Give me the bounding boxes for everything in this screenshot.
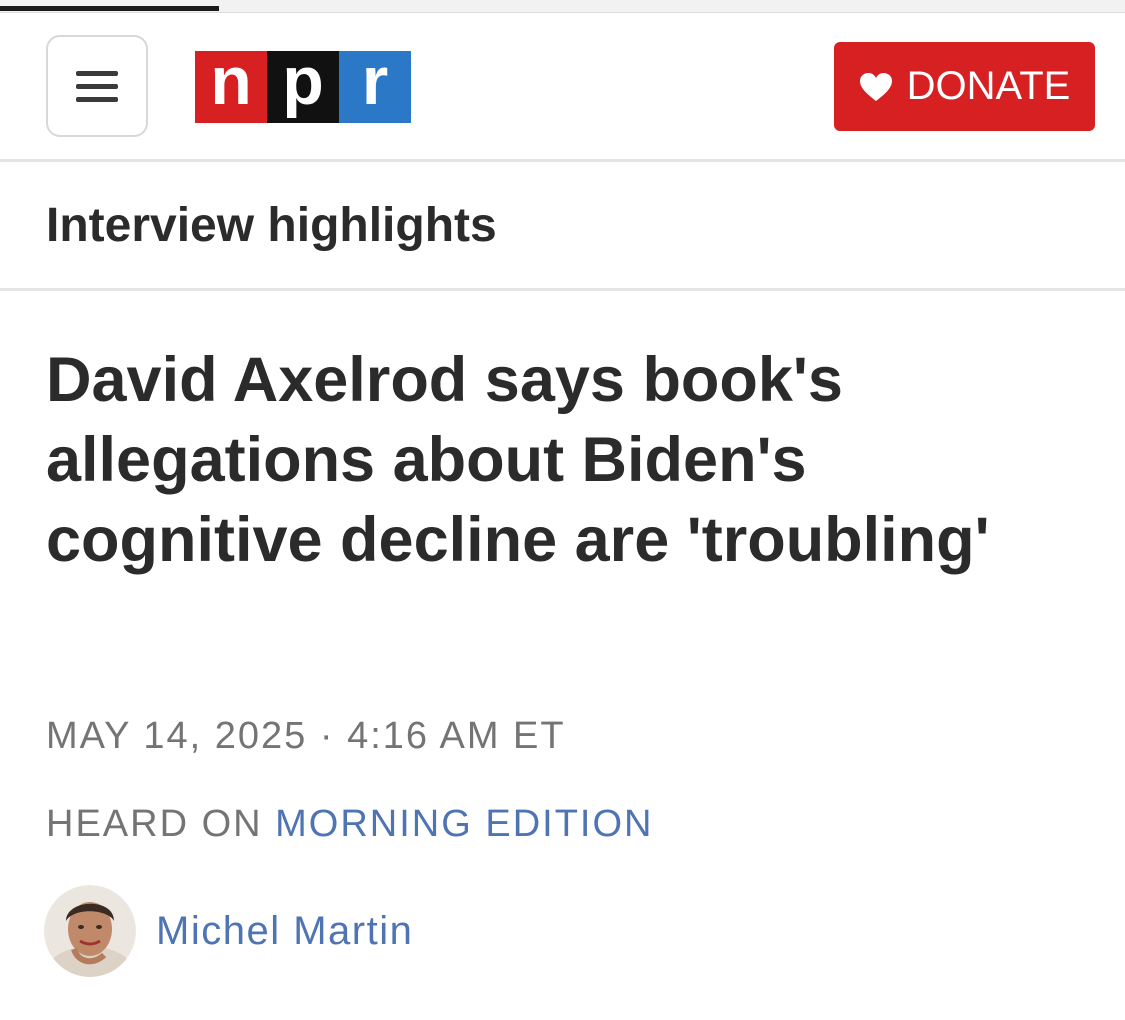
section-divider [0, 288, 1125, 291]
logo-letter-n: n [195, 47, 267, 123]
heard-on-line: HEARD ON MORNING EDITION [46, 800, 653, 848]
logo-letter-p: p [267, 47, 339, 123]
heard-on-prefix: HEARD ON [46, 803, 263, 845]
reading-progress-fill [0, 6, 220, 11]
author-name-link[interactable]: Michel Martin [156, 909, 413, 954]
byline: Michel Martin [44, 885, 413, 977]
heart-icon [859, 72, 892, 101]
article-headline: David Axelrod says book's allegations ab… [46, 345, 990, 575]
donate-button[interactable]: DONATE [834, 42, 1095, 131]
donate-label: DONATE [906, 64, 1071, 108]
hamburger-menu-icon [76, 70, 118, 102]
logo-letter-r: r [339, 47, 411, 123]
npr-logo[interactable]: n p r [195, 47, 411, 123]
header-divider [0, 159, 1125, 162]
reading-progress-bar [0, 0, 1125, 13]
show-link[interactable]: MORNING EDITION [275, 803, 653, 845]
article-date: MAY 14, 2025 · 4:16 AM ET [46, 715, 566, 757]
menu-button[interactable] [46, 35, 148, 137]
author-avatar[interactable] [44, 885, 136, 977]
section-label: Interview highlights [46, 199, 497, 252]
